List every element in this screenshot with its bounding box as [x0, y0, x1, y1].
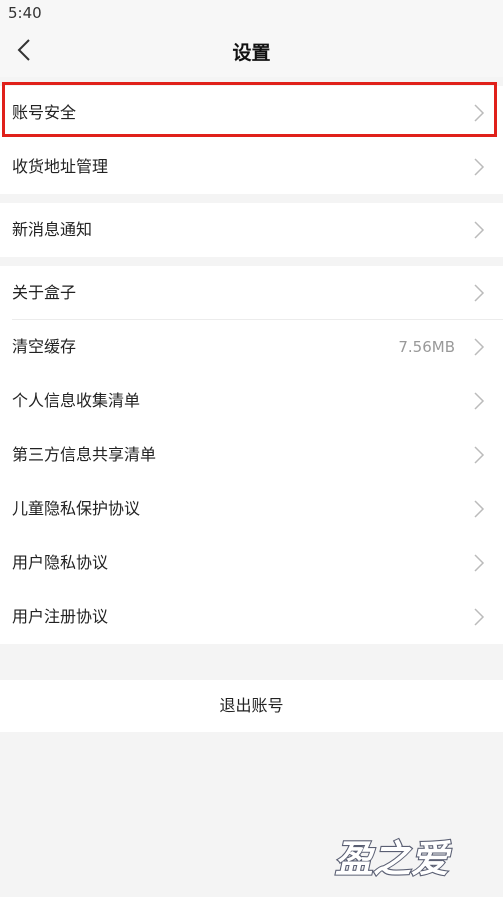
row-account-security[interactable]: 账号安全	[0, 86, 503, 140]
chevron-right-icon	[474, 446, 485, 464]
row-label: 用户隐私协议	[12, 553, 109, 572]
chevron-right-icon	[474, 392, 485, 410]
chevron-right-icon	[474, 500, 485, 518]
row-child-privacy[interactable]: 儿童隐私保护协议	[0, 482, 503, 536]
chevron-right-icon	[474, 284, 485, 302]
page-title: 设置	[232, 42, 271, 64]
settings-group-about: 关于盒子 清空缓存 7.56MB 个人信息收集清单 第三方信息共享清单 儿童隐私…	[0, 266, 503, 644]
row-personal-info-list[interactable]: 个人信息收集清单	[0, 374, 503, 428]
chevron-right-icon	[474, 338, 485, 356]
row-label: 用户注册协议	[12, 607, 109, 626]
top-bar: 5:40 设置	[0, 0, 503, 77]
chevron-right-icon	[474, 221, 485, 239]
row-label: 第三方信息共享清单	[12, 445, 157, 464]
row-label: 个人信息收集清单	[12, 391, 141, 410]
chevron-right-icon	[474, 554, 485, 572]
row-clear-cache[interactable]: 清空缓存 7.56MB	[0, 320, 503, 374]
watermark-text: 盈之爱	[333, 837, 456, 882]
cache-size: 7.56MB	[398, 338, 455, 356]
status-time: 5:40	[8, 4, 42, 22]
row-label: 清空缓存	[12, 337, 77, 356]
row-third-party-sharing[interactable]: 第三方信息共享清单	[0, 428, 503, 482]
row-user-privacy[interactable]: 用户隐私协议	[0, 536, 503, 590]
row-new-message-notify[interactable]: 新消息通知	[0, 203, 503, 257]
logout-button[interactable]: 退出账号	[0, 680, 503, 732]
row-label: 关于盒子	[12, 283, 77, 302]
chevron-right-icon	[474, 608, 485, 626]
row-label: 账号安全	[12, 103, 77, 122]
row-user-registration[interactable]: 用户注册协议	[0, 590, 503, 644]
row-shipping-address[interactable]: 收货地址管理	[0, 140, 503, 194]
watermark-logo: 盈之爱	[332, 836, 458, 883]
settings-group-account: 账号安全 收货地址管理	[0, 86, 503, 194]
row-about[interactable]: 关于盒子	[0, 266, 503, 320]
row-label: 儿童隐私保护协议	[12, 499, 141, 518]
row-label: 收货地址管理	[12, 157, 109, 176]
settings-group-notifications: 新消息通知	[0, 203, 503, 257]
row-label: 新消息通知	[12, 220, 93, 239]
chevron-right-icon	[474, 158, 485, 176]
chevron-right-icon	[474, 104, 485, 122]
